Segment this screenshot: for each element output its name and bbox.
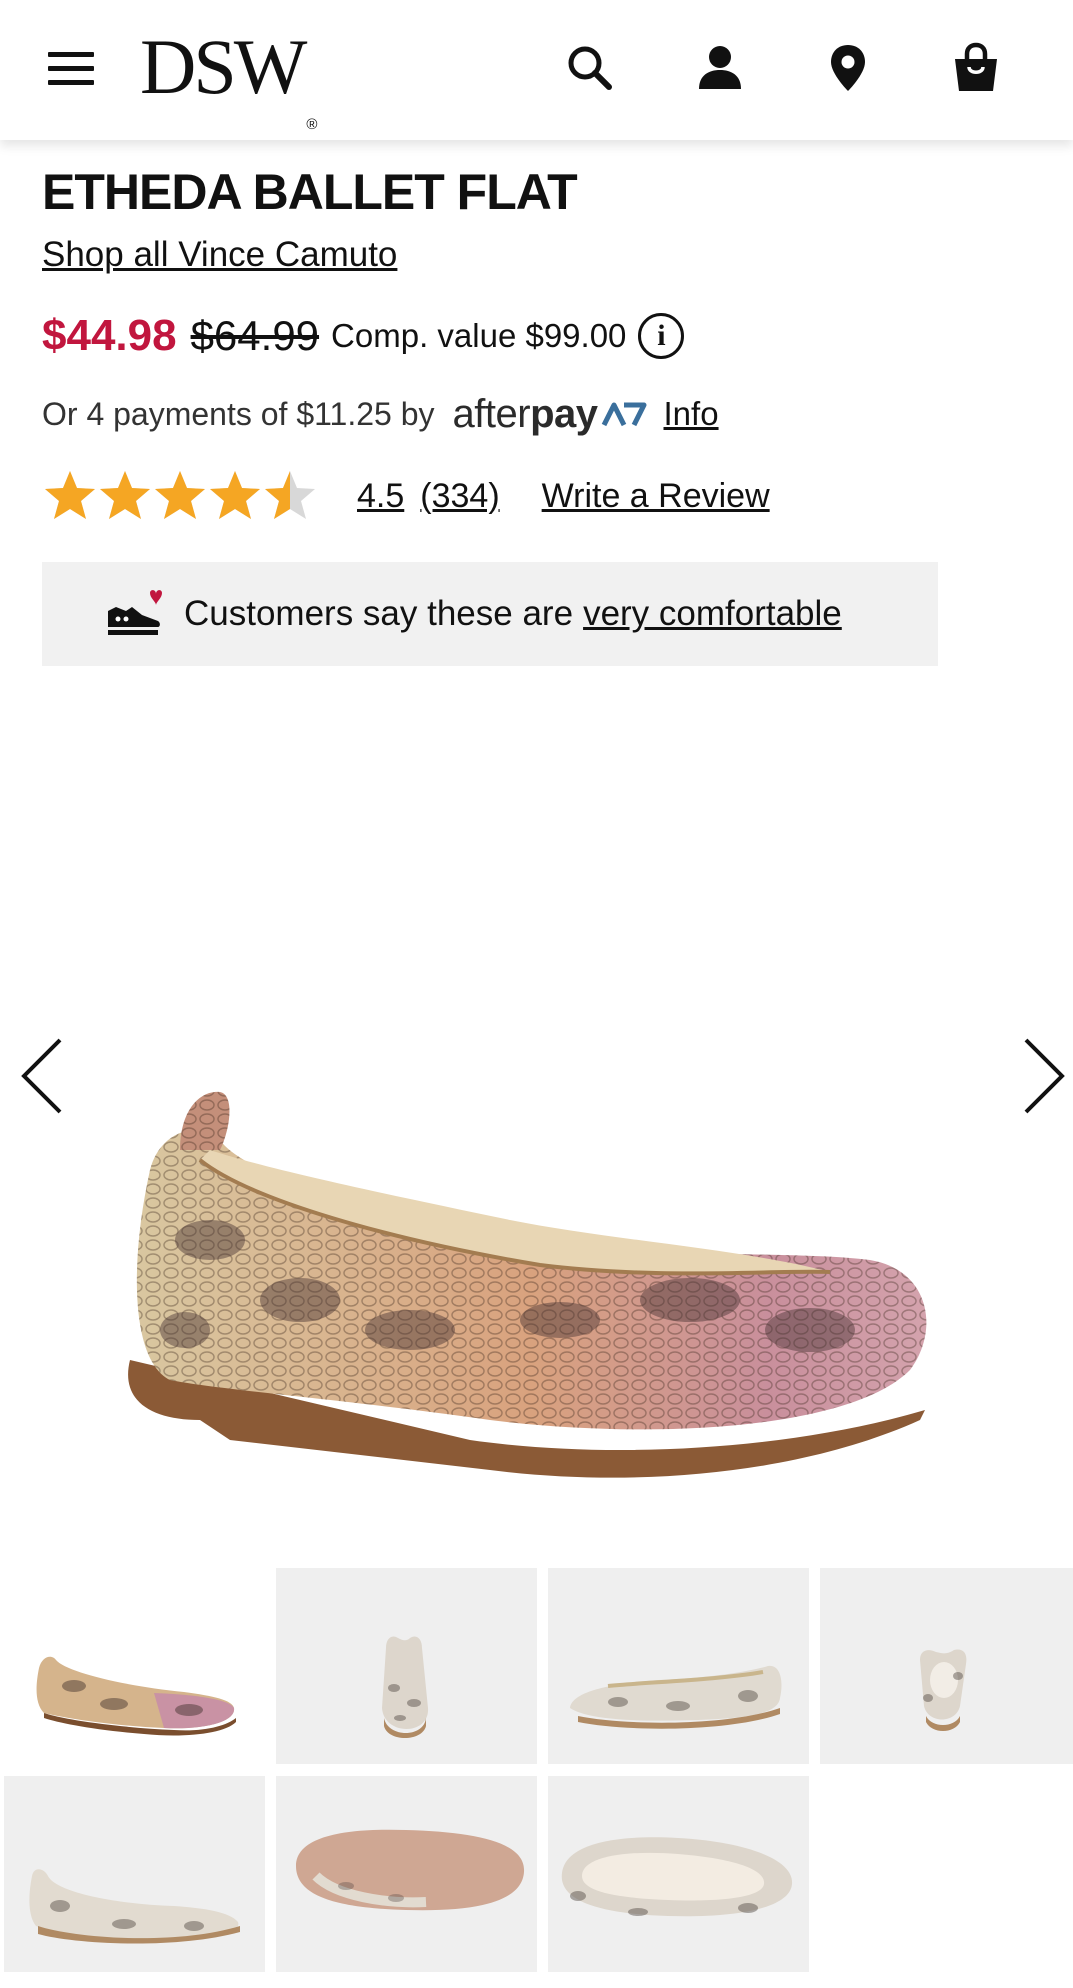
menu-icon[interactable]: [46, 52, 98, 86]
comfort-text: Customers say these are: [184, 594, 574, 633]
star-icon: [265, 471, 315, 519]
logo-registered: ®: [306, 116, 318, 133]
search-icon[interactable]: [558, 36, 622, 100]
cart-icon[interactable]: [944, 36, 1008, 100]
info-icon[interactable]: i: [638, 313, 685, 359]
shop-brand-link[interactable]: Shop all Vince Camuto: [42, 234, 397, 276]
comfort-banner: Customers say these are very comfortable: [42, 562, 938, 666]
original-price: $64.99: [190, 312, 320, 359]
store-locator-icon[interactable]: [816, 36, 880, 100]
site-header: DSW ®: [0, 0, 1073, 140]
comp-value: Comp. value $99.00: [331, 317, 627, 354]
afterpay-info-link[interactable]: Info: [664, 395, 719, 433]
thumbnail-7[interactable]: [548, 1776, 809, 1972]
sale-price: $44.98: [42, 311, 177, 360]
rating-value[interactable]: 4.5: [357, 477, 404, 516]
comfortable-shoe-heart-icon: [108, 590, 162, 635]
product-main-image[interactable]: [90, 1000, 990, 1520]
account-icon[interactable]: [688, 36, 752, 100]
star-icon: [155, 471, 205, 519]
write-review-link[interactable]: Write a Review: [542, 477, 770, 516]
price-row: $44.98 $64.99 Comp. value $99.00 i: [42, 306, 685, 366]
chevron-left-icon[interactable]: [18, 1036, 68, 1116]
afterpay-row: Or 4 payments of $11.25 by after pay Info: [42, 390, 719, 438]
afterpay-text: Or 4 payments of $11.25 by: [42, 395, 435, 432]
thumbnail-6[interactable]: [276, 1776, 537, 1972]
review-count[interactable]: (334): [420, 477, 499, 516]
afterpay-arrows-icon: [601, 402, 646, 427]
star-rating[interactable]: [42, 468, 317, 524]
thumbnail-5[interactable]: [4, 1776, 265, 1972]
star-icon: [100, 471, 150, 519]
thumbnail-4[interactable]: [820, 1568, 1073, 1764]
thumbnail-3[interactable]: [548, 1568, 809, 1764]
afterpay-logo-light: after: [452, 391, 531, 436]
logo-text: DSW: [140, 23, 307, 110]
thumbnail-1[interactable]: [4, 1568, 265, 1764]
rating-row: 4.5 (334) Write a Review: [42, 466, 770, 526]
chevron-right-icon[interactable]: [1018, 1036, 1068, 1116]
product-title: ETHEDA BALLET FLAT: [42, 164, 578, 220]
afterpay-logo-bold: pay: [530, 391, 598, 436]
afterpay-logo: after pay: [453, 392, 648, 437]
star-icon: [210, 471, 260, 519]
dsw-logo[interactable]: DSW ®: [140, 22, 317, 133]
thumbnail-2[interactable]: [276, 1568, 537, 1764]
star-icon: [45, 471, 95, 519]
very-comfortable-link[interactable]: very comfortable: [583, 594, 842, 634]
